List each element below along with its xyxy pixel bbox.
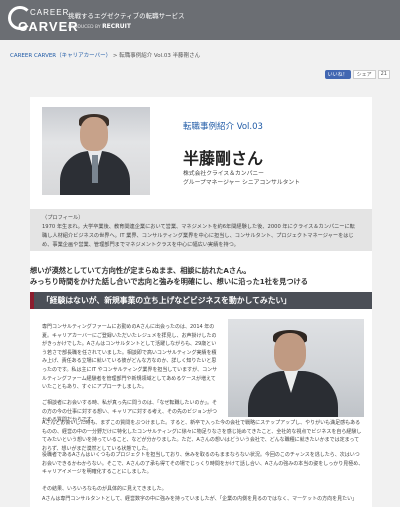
body-paragraph-4: 役職者であるAさんはいくつものプロジェクトを担当しており、休みを取るのもままなら… [42,452,364,476]
facebook-like-button[interactable]: いいね！ [324,70,351,79]
portrait-head [80,117,108,151]
person-company: 株式会社クライス＆カンパニー [183,171,264,177]
profile-heading: （プロフィール） [42,215,84,221]
section-title: 「経験はないが、新規事業の立ち上げなどビジネスを動かしてみたい」 [30,292,372,309]
site-header: CAREER CARVER 挑戦するエグゼクティブの転職サービス PRODUCE… [0,0,400,40]
breadcrumb-current: 転職事例紹介 Vol.03 半藤剛さん [119,53,201,59]
produced-by: PRODUCED BY RECRUIT [68,23,131,30]
article-panel: 転職事例紹介 Vol.03 半藤剛さん 株式会社クライス＆カンパニー グループマ… [30,97,372,507]
person-role: グループマネージャー シニアコンサルタント [183,180,301,186]
person-name: 半藤剛さん [183,149,264,168]
breadcrumb-separator: > [111,53,120,59]
body-paragraph-5: その結果、いろいろなものが具体的に見えてきました。 [42,486,167,492]
social-buttons: いいね！ シェア 21 [324,70,390,79]
breadcrumb: CAREER CARVER（キャリアカーバー） > 転職事例紹介 Vol.03 … [10,51,200,59]
logo-line1: CAREER [30,8,70,17]
career-carver-logo[interactable]: CAREER CARVER [8,6,78,36]
portrait-photo [42,107,150,195]
photo-head [274,333,306,371]
body-paragraph-1: 専門コンサルティングファームにお勤めのAさんに出会ったのは、2014 年の夏。キ… [42,324,218,391]
interview-photo [228,319,364,417]
profile-text: 1970 年生まれ。大学卒業後、教育関連企業において営業、マネジメントを約6年間… [42,224,355,248]
lead-line1: 想いが漠然としていて方向性が定まらぬまま、相談に訪れたAさん。 [30,266,251,275]
series-label: 転職事例紹介 Vol.03 [183,122,263,132]
share-count: 21 [377,70,390,79]
lead-text: 想いが漠然としていて方向性が定まらぬまま、相談に訪れたAさん。 みっちり時間をか… [30,265,372,287]
header-tagline: 挑戦するエグゼクティブの転職サービス [68,12,185,20]
breadcrumb-home-link[interactable]: CAREER CARVER（キャリアカーバー） [10,53,111,59]
body-paragraph-6: Aさんは専門コンサルタントとして、経営数字の中に強みを持っていましたが、「企業の… [42,496,358,502]
lead-line2: みっちり時間をかけた話し合いで志向と強みを明確にし、想いに沿った1社を見つける [30,277,308,286]
portrait-tie [92,155,98,183]
produced-brand: RECRUIT [102,23,132,30]
produced-label: PRODUCED BY [68,25,101,30]
profile-box: （プロフィール） 1970 年生まれ。大学卒業後、教育関連企業において営業、マネ… [30,209,372,251]
share-button[interactable]: シェア [352,70,376,79]
profile-card: 転職事例紹介 Vol.03 半藤剛さん 株式会社クライス＆カンパニー グループマ… [30,97,372,207]
body-paragraph-3: Aさんとお会いした時も、まずこの質問をぶつけました。すると、新卒で入った今の会社… [42,420,362,452]
